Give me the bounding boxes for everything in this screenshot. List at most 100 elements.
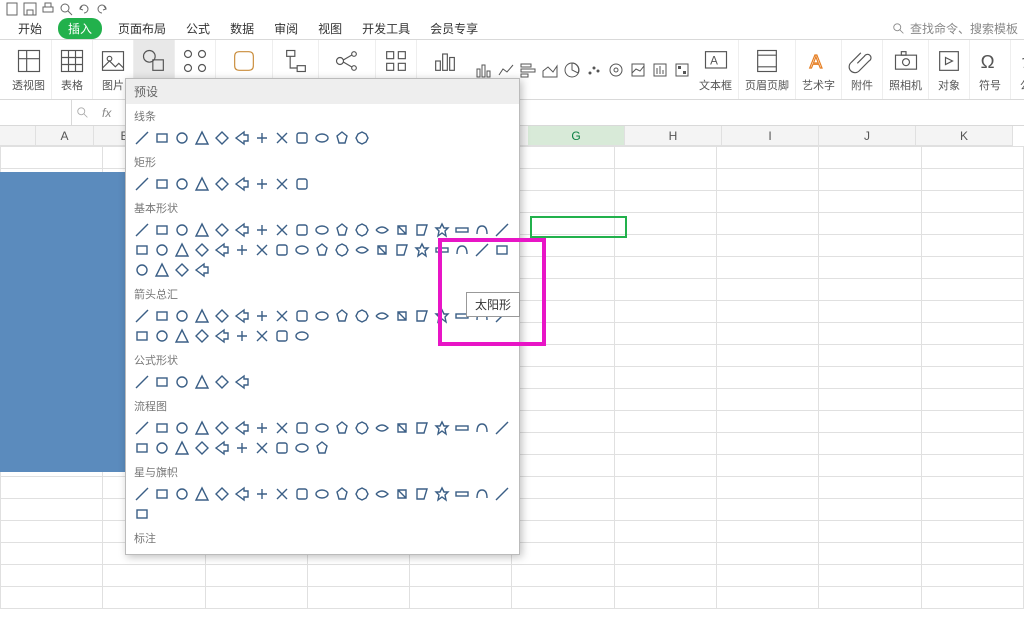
col-K[interactable]: K [916, 126, 1013, 146]
shape-item[interactable] [292, 418, 312, 438]
shape-item[interactable] [192, 418, 212, 438]
shape-item[interactable] [252, 306, 272, 326]
tab-start[interactable]: 开始 [14, 18, 46, 39]
shape-item[interactable] [152, 174, 172, 194]
tab-view[interactable]: 视图 [314, 18, 346, 39]
shape-item[interactable] [232, 418, 252, 438]
undo-icon[interactable] [76, 1, 92, 17]
shape-item[interactable] [432, 418, 452, 438]
shape-item[interactable] [252, 128, 272, 148]
shape-item[interactable] [212, 484, 232, 504]
shape-item[interactable] [132, 306, 152, 326]
shape-item[interactable] [172, 418, 192, 438]
shape-item[interactable] [352, 128, 372, 148]
shape-item[interactable] [292, 240, 312, 260]
tab-insert[interactable]: 插入 [58, 18, 102, 39]
shape-item[interactable] [312, 418, 332, 438]
shape-item[interactable] [252, 438, 272, 458]
shape-item[interactable] [232, 240, 252, 260]
shape-item[interactable] [352, 240, 372, 260]
shape-item[interactable] [212, 174, 232, 194]
shape-item[interactable] [412, 240, 432, 260]
shape-item[interactable] [132, 128, 152, 148]
shape-item[interactable] [312, 128, 332, 148]
shape-item[interactable] [472, 484, 492, 504]
shape-item[interactable] [392, 240, 412, 260]
shape-item[interactable] [272, 128, 292, 148]
mini-spark1[interactable] [627, 44, 649, 96]
tab-formula[interactable]: 公式 [182, 18, 214, 39]
shape-item[interactable] [132, 418, 152, 438]
shape-item[interactable] [132, 372, 152, 392]
shape-item[interactable] [272, 418, 292, 438]
mini-bar-chart[interactable] [517, 44, 539, 96]
shape-item[interactable] [232, 306, 252, 326]
shape-item[interactable] [292, 220, 312, 240]
mini-scatter-chart[interactable] [583, 44, 605, 96]
shape-item[interactable] [172, 240, 192, 260]
shape-item[interactable] [192, 220, 212, 240]
shape-item[interactable] [412, 418, 432, 438]
mini-spark2[interactable] [649, 44, 671, 96]
ribbon-wordart[interactable]: A艺术字 [796, 40, 842, 99]
shape-item[interactable] [292, 326, 312, 346]
shape-item[interactable] [372, 484, 392, 504]
shape-item[interactable] [492, 418, 512, 438]
shape-item[interactable] [432, 306, 452, 326]
shape-item[interactable] [292, 306, 312, 326]
shape-item[interactable] [172, 484, 192, 504]
shape-item[interactable] [252, 326, 272, 346]
redo-icon[interactable] [94, 1, 110, 17]
shape-item[interactable] [172, 174, 192, 194]
shape-item[interactable] [232, 372, 252, 392]
shape-item[interactable] [432, 240, 452, 260]
shape-item[interactable] [132, 220, 152, 240]
shape-item[interactable] [252, 418, 272, 438]
shape-item[interactable] [452, 220, 472, 240]
ribbon-attach[interactable]: 附件 [842, 40, 883, 99]
shape-item[interactable] [272, 174, 292, 194]
shape-item[interactable] [172, 260, 192, 280]
shape-item[interactable] [412, 306, 432, 326]
shape-item[interactable] [272, 306, 292, 326]
shape-item[interactable] [192, 174, 212, 194]
shape-item[interactable] [252, 220, 272, 240]
shape-item[interactable] [392, 220, 412, 240]
shape-item[interactable] [432, 220, 452, 240]
shape-item[interactable] [332, 240, 352, 260]
tab-member[interactable]: 会员专享 [426, 18, 482, 39]
shape-item[interactable] [232, 438, 252, 458]
preview-icon[interactable] [58, 1, 74, 17]
shape-item[interactable] [212, 306, 232, 326]
shape-item[interactable] [452, 484, 472, 504]
save-icon[interactable] [22, 1, 38, 17]
print-icon[interactable] [40, 1, 56, 17]
shape-item[interactable] [392, 484, 412, 504]
shape-item[interactable] [272, 484, 292, 504]
shape-item[interactable] [372, 306, 392, 326]
shape-item[interactable] [152, 128, 172, 148]
col-H[interactable]: H [625, 126, 722, 146]
shape-item[interactable] [212, 240, 232, 260]
name-box[interactable] [0, 100, 72, 125]
shape-item[interactable] [472, 240, 492, 260]
shape-item[interactable] [332, 306, 352, 326]
shape-item[interactable] [192, 260, 212, 280]
shape-item[interactable] [172, 326, 192, 346]
shape-item[interactable] [152, 326, 172, 346]
shape-item[interactable] [372, 240, 392, 260]
shape-item[interactable] [392, 418, 412, 438]
shape-item[interactable] [352, 484, 372, 504]
shape-item[interactable] [272, 240, 292, 260]
shape-item[interactable] [412, 484, 432, 504]
shape-item[interactable] [172, 220, 192, 240]
shape-item[interactable] [312, 438, 332, 458]
shape-item[interactable] [212, 326, 232, 346]
shape-item[interactable] [132, 504, 152, 524]
shape-item[interactable] [212, 438, 232, 458]
col-G[interactable]: G [528, 126, 625, 146]
shape-item[interactable] [492, 484, 512, 504]
shape-item[interactable] [452, 240, 472, 260]
shape-item[interactable] [272, 326, 292, 346]
ribbon-pivot[interactable]: 透视图 [6, 40, 52, 99]
